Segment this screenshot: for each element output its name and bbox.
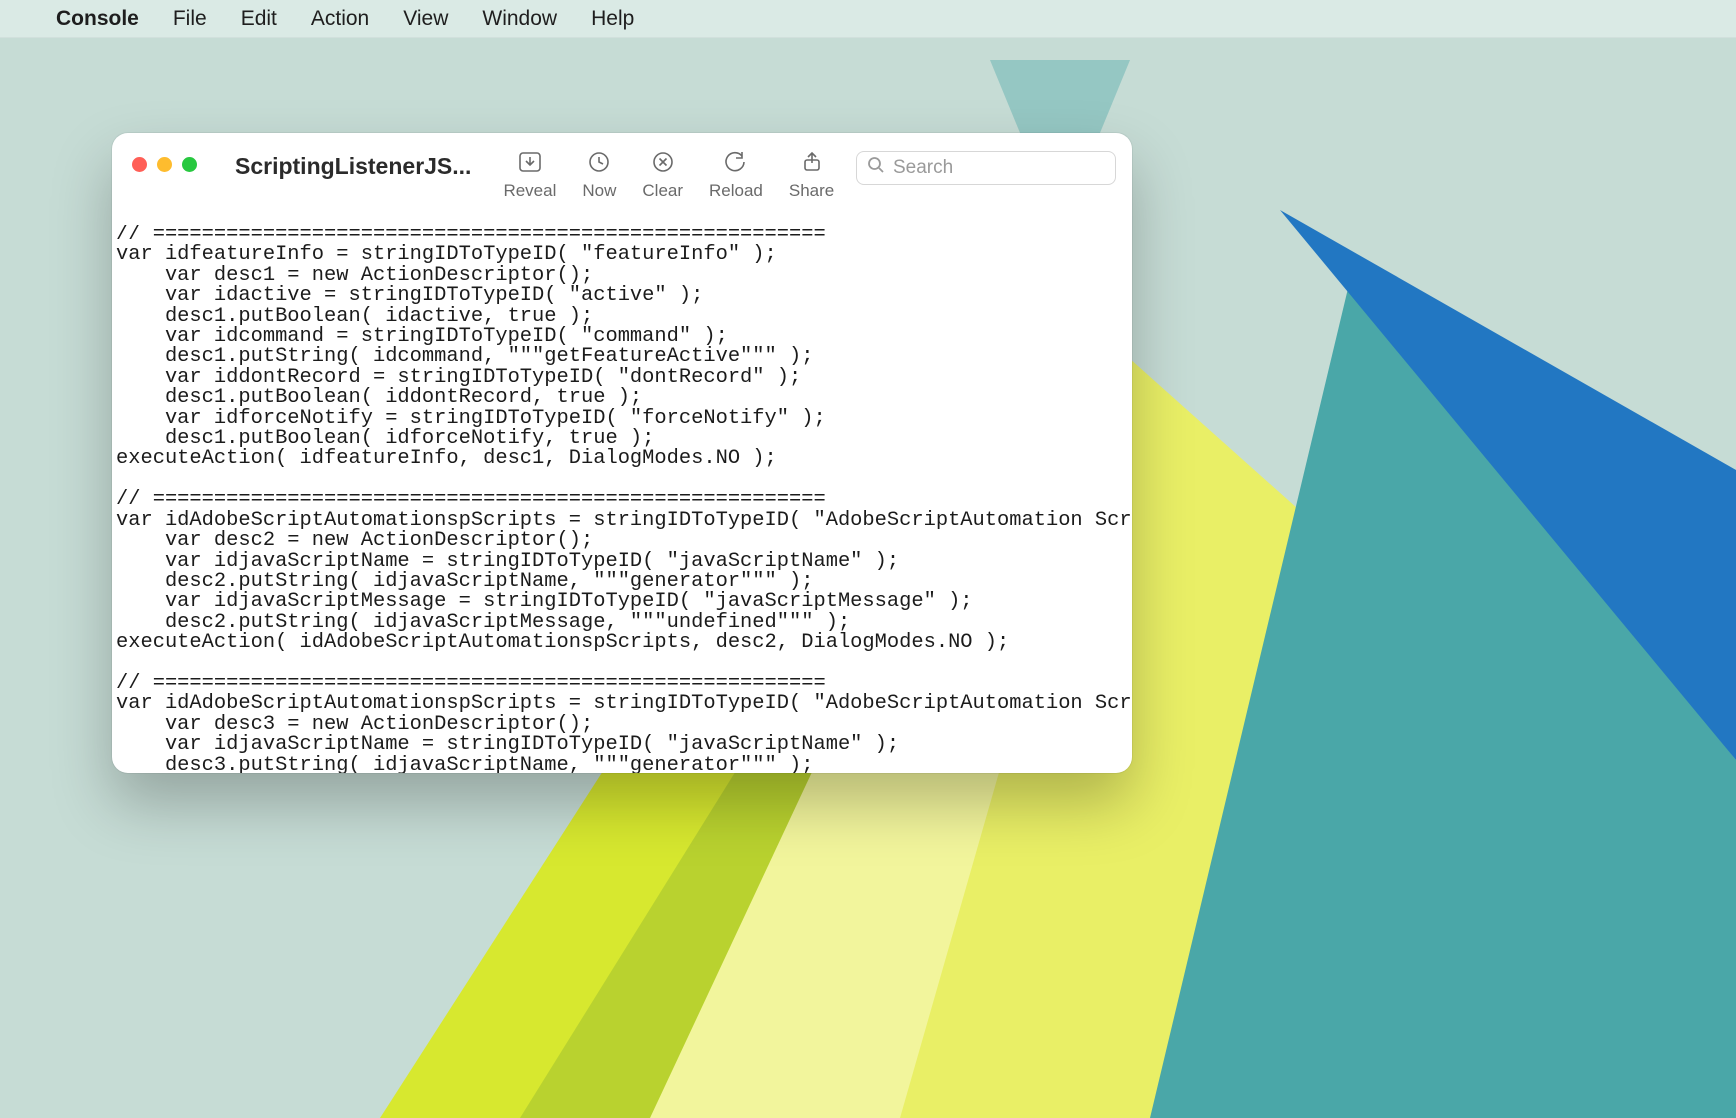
now-button[interactable]: Now (582, 147, 616, 201)
close-window-button[interactable] (132, 157, 147, 172)
app-menu[interactable]: Console (56, 7, 139, 31)
search-input[interactable] (893, 157, 1105, 179)
log-text: // =====================================… (116, 225, 1128, 773)
share-icon (800, 147, 824, 177)
share-button[interactable]: Share (789, 147, 834, 201)
toolbar: Reveal Now Clear Reload (503, 147, 834, 201)
zoom-window-button[interactable] (182, 157, 197, 172)
share-label: Share (789, 181, 834, 201)
window-title: ScriptingListenerJS... (235, 153, 471, 180)
reload-label: Reload (709, 181, 763, 201)
clear-label: Clear (642, 181, 683, 201)
clear-button[interactable]: Clear (642, 147, 683, 201)
search-icon (867, 156, 885, 180)
menu-action[interactable]: Action (311, 7, 369, 31)
clear-icon (651, 147, 675, 177)
reload-icon (724, 147, 748, 177)
now-label: Now (582, 181, 616, 201)
menu-file[interactable]: File (173, 7, 207, 31)
menu-edit[interactable]: Edit (241, 7, 277, 31)
menubar: Console File Edit Action View Window Hel… (0, 0, 1736, 38)
console-window: ScriptingListenerJS... Reveal Now Clear (112, 133, 1132, 773)
menu-view[interactable]: View (403, 7, 448, 31)
menu-help[interactable]: Help (591, 7, 634, 31)
minimize-window-button[interactable] (157, 157, 172, 172)
reveal-label: Reveal (503, 181, 556, 201)
titlebar: ScriptingListenerJS... Reveal Now Clear (112, 133, 1132, 217)
reveal-button[interactable]: Reveal (503, 147, 556, 201)
menu-window[interactable]: Window (482, 7, 557, 31)
window-controls (132, 157, 197, 172)
reload-button[interactable]: Reload (709, 147, 763, 201)
now-icon (587, 147, 611, 177)
reveal-icon (517, 147, 543, 177)
log-view[interactable]: // =====================================… (112, 225, 1132, 773)
search-field[interactable] (856, 151, 1116, 185)
